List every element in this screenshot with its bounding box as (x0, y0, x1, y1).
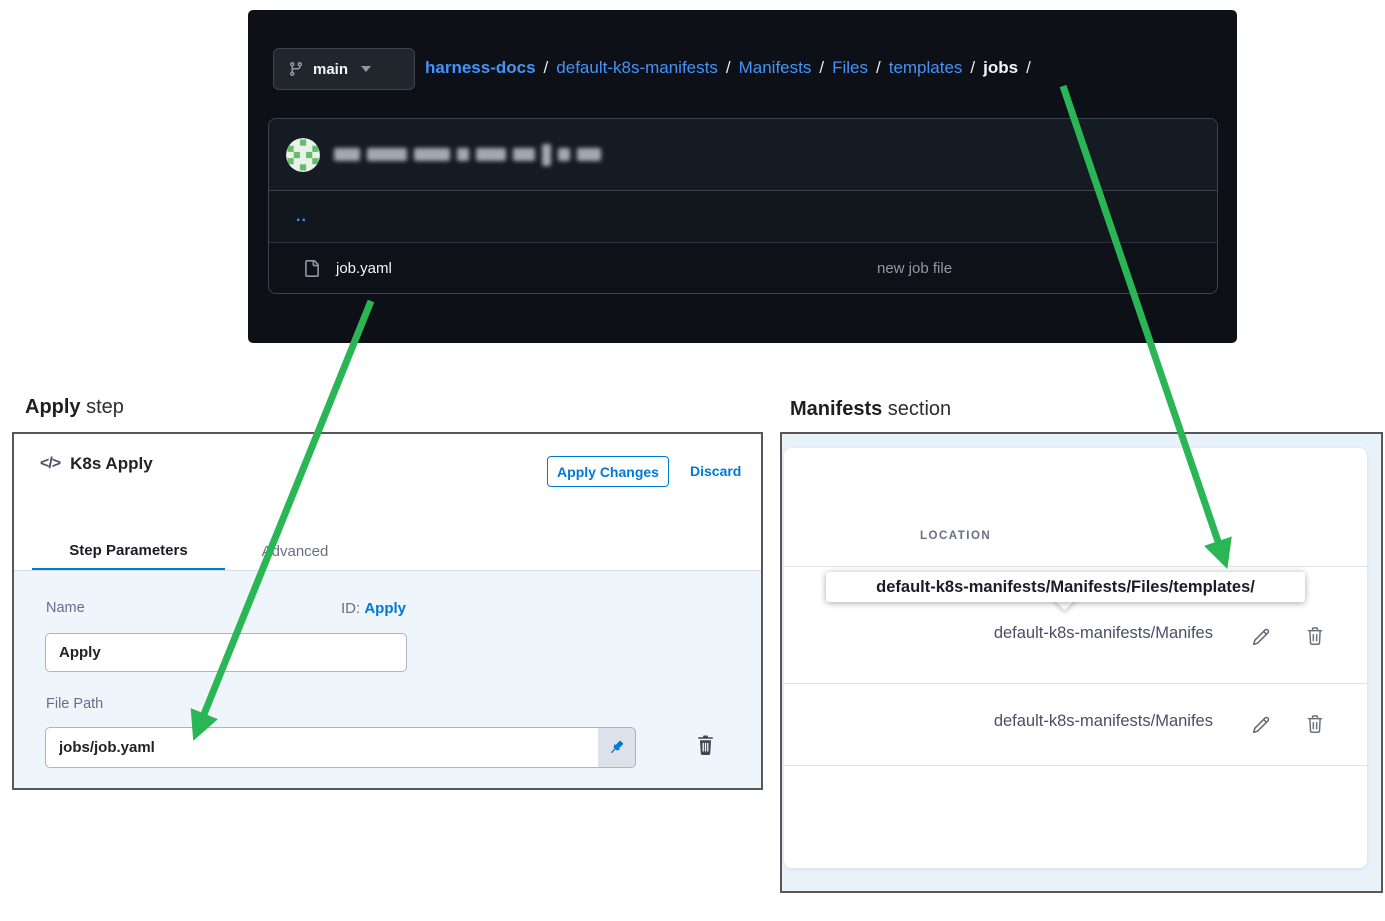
manifests-section-caption: Manifests section (790, 398, 951, 421)
row-divider (784, 765, 1367, 766)
github-file-browser-panel: main harness-docs / default-k8s-manifest… (248, 10, 1237, 343)
manifest-row-location: default-k8s-manifests/Manifes (900, 712, 1213, 731)
apply-step-caption-bold: Apply (25, 396, 81, 418)
header-divider (784, 566, 1367, 567)
id-value[interactable]: Apply (364, 600, 406, 617)
manifests-card (784, 448, 1367, 868)
branch-selector-button[interactable]: main (273, 48, 415, 90)
screenshot-canvas: main harness-docs / default-k8s-manifest… (0, 0, 1385, 921)
edit-pencil-icon[interactable] (1250, 626, 1272, 653)
row-divider (784, 683, 1367, 684)
parent-directory-row: .. (269, 191, 1217, 243)
id-prefix: ID: (341, 600, 360, 617)
breadcrumb-repo[interactable]: harness-docs (425, 58, 536, 78)
pin-button[interactable] (598, 727, 636, 768)
manifest-row-location: default-k8s-manifests/Manifes (900, 624, 1213, 643)
parent-directory-link[interactable]: .. (296, 208, 307, 226)
file-path-input[interactable] (45, 727, 598, 768)
breadcrumb-separator: / (726, 58, 731, 78)
avatar[interactable] (286, 138, 320, 172)
commit-message-link[interactable]: new job file (877, 260, 952, 277)
k8s-apply-step-panel: </> K8s Apply Apply Changes Discard Step… (12, 432, 763, 790)
file-row-job-yaml: job.yaml new job file (269, 243, 1217, 294)
breadcrumb-separator: / (544, 58, 549, 78)
step-title: K8s Apply (70, 454, 153, 474)
step-id: ID: Apply (341, 600, 406, 617)
breadcrumb-separator: / (819, 58, 824, 78)
breadcrumb-current-jobs: jobs (983, 58, 1018, 78)
manifests-caption-rest: section (882, 398, 951, 420)
location-tooltip: default-k8s-manifests/Manifests/Files/te… (826, 572, 1305, 602)
breadcrumb-separator: / (970, 58, 975, 78)
latest-commit-row (269, 119, 1217, 191)
delete-trash-icon[interactable] (1304, 713, 1326, 740)
apply-changes-button[interactable]: Apply Changes (547, 456, 669, 487)
delete-trash-icon[interactable] (1304, 625, 1326, 652)
tab-advanced[interactable]: Advanced (239, 532, 351, 571)
file-name-link[interactable]: job.yaml (336, 260, 392, 277)
discard-button[interactable]: Discard (690, 463, 741, 479)
edit-pencil-icon[interactable] (1250, 714, 1272, 741)
redacted-commit-text (334, 144, 601, 166)
name-input[interactable] (45, 633, 407, 672)
breadcrumb-link-manifests[interactable]: Manifests (739, 58, 812, 78)
branch-name: main (313, 61, 348, 78)
chevron-down-icon (361, 66, 371, 72)
breadcrumb-link-files[interactable]: Files (832, 58, 868, 78)
breadcrumb-separator: / (1026, 58, 1031, 78)
breadcrumb: harness-docs / default-k8s-manifests / M… (425, 54, 1039, 82)
breadcrumb-separator: / (876, 58, 881, 78)
step-header: </> K8s Apply (40, 454, 153, 474)
tab-step-parameters[interactable]: Step Parameters (32, 532, 225, 571)
file-icon (303, 260, 320, 277)
manifests-caption-bold: Manifests (790, 398, 882, 420)
delete-file-path-icon[interactable] (694, 734, 717, 762)
name-label: Name (46, 600, 85, 616)
apply-step-caption: Apply step (25, 396, 124, 419)
breadcrumb-link-default-k8s-manifests[interactable]: default-k8s-manifests (556, 58, 718, 78)
file-path-label: File Path (46, 696, 103, 712)
code-icon: </> (40, 455, 60, 473)
git-branch-icon (288, 61, 304, 77)
file-list-table: .. job.yaml new job file (268, 118, 1218, 294)
location-column-header: LOCATION (920, 530, 991, 542)
apply-step-caption-rest: step (81, 396, 124, 418)
breadcrumb-link-templates[interactable]: templates (889, 58, 963, 78)
file-path-field (45, 727, 636, 768)
manifests-section-panel: LOCATION default-k8s-manifests/Manifests… (780, 432, 1383, 893)
